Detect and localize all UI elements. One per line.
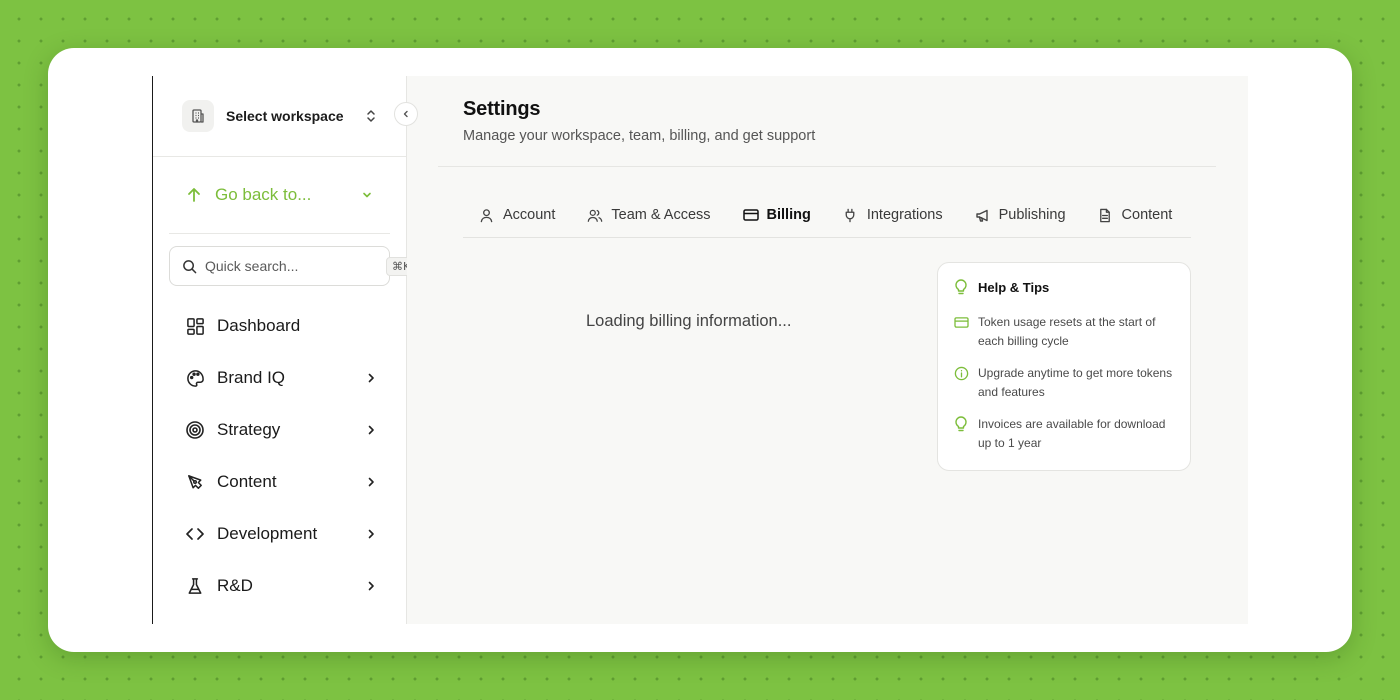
- collapse-sidebar-button[interactable]: [394, 102, 418, 126]
- megaphone-icon: [975, 207, 991, 223]
- tips-header: Help & Tips: [954, 279, 1174, 295]
- tip-item: Token usage resets at the start of each …: [954, 313, 1174, 351]
- sidebar-item-label: Content: [217, 472, 277, 491]
- page-title: Settings: [463, 98, 541, 120]
- sidebar-item-dashboard[interactable]: Dashboard: [153, 300, 406, 352]
- sidebar-item-label: Dashboard: [217, 316, 301, 335]
- chevron-right-icon: [364, 423, 378, 437]
- go-back-label: Go back to...: [215, 185, 312, 204]
- chevron-down-icon: [360, 188, 374, 202]
- lightbulb-icon: [954, 416, 970, 432]
- go-back-button[interactable]: Go back to...: [169, 157, 390, 234]
- user-icon: [479, 207, 495, 223]
- tab-content[interactable]: Content: [1082, 192, 1189, 237]
- sidebar-item-development[interactable]: Development: [153, 508, 406, 560]
- tip-item: Invoices are available for download up t…: [954, 415, 1174, 453]
- tab-billing[interactable]: Billing: [727, 192, 827, 237]
- target-icon: [185, 420, 205, 440]
- workspace-label: Select workspace: [226, 108, 344, 124]
- header-divider: [438, 166, 1216, 167]
- chevron-right-icon: [364, 579, 378, 593]
- settings-main: Settings Manage your workspace, team, bi…: [407, 76, 1248, 624]
- flask-icon: [185, 576, 205, 596]
- help-tips-panel: Help & Tips Token usage resets at the st…: [937, 262, 1191, 471]
- credit-card-icon: [742, 207, 759, 223]
- sidebar-item-brand-iq[interactable]: Brand IQ: [153, 352, 406, 404]
- sidebar-item-label: Strategy: [217, 420, 281, 439]
- sidebar: Select workspace Go back to... Quick sea…: [152, 76, 418, 624]
- credit-card-icon: [954, 314, 970, 330]
- chevron-right-icon: [364, 371, 378, 385]
- tab-label: Team & Access: [611, 207, 711, 223]
- chevron-left-icon: [403, 110, 408, 118]
- info-icon: [954, 365, 970, 381]
- dashboard-icon: [185, 316, 205, 336]
- palette-icon: [185, 368, 205, 388]
- chevrons-up-down-icon: [364, 108, 378, 124]
- arrow-up-icon: [185, 186, 203, 204]
- page-header: Settings Manage your workspace, team, bi…: [463, 98, 815, 144]
- tips-title: Help & Tips: [978, 279, 1050, 295]
- sidebar-item-label: Brand IQ: [217, 368, 286, 387]
- sidebar-item-label: Development: [217, 524, 318, 543]
- users-icon: [587, 207, 603, 223]
- tab-label: Content: [1121, 207, 1173, 223]
- tip-text: Upgrade anytime to get more tokens and f…: [978, 366, 1173, 399]
- sidebar-item-rnd[interactable]: R&D: [153, 560, 406, 612]
- sidebar-item-content[interactable]: Content: [153, 456, 406, 508]
- chevron-right-icon: [364, 527, 378, 541]
- tab-label: Account: [503, 207, 556, 223]
- plug-icon: [843, 207, 859, 223]
- pen-tool-icon: [185, 472, 205, 492]
- building-icon: [182, 100, 214, 132]
- tab-label: Integrations: [866, 207, 943, 223]
- search-icon: [182, 258, 197, 274]
- workspace-selector[interactable]: Select workspace: [153, 76, 418, 157]
- tip-text: Invoices are available for download up t…: [978, 417, 1166, 450]
- search-input[interactable]: [205, 258, 386, 274]
- sidebar-item-strategy[interactable]: Strategy: [153, 404, 406, 456]
- tip-text: Token usage resets at the start of each …: [978, 315, 1156, 348]
- tab-integrations[interactable]: Integrations: [827, 192, 959, 237]
- tab-account[interactable]: Account: [463, 192, 571, 237]
- tip-item: Upgrade anytime to get more tokens and f…: [954, 364, 1174, 402]
- settings-tabs: Account Team & Access Billing Integratio…: [463, 192, 1191, 238]
- sidebar-nav: Dashboard Brand IQ Strategy Content Deve…: [153, 300, 406, 612]
- lightbulb-icon: [954, 279, 970, 295]
- tab-team-access[interactable]: Team & Access: [571, 192, 726, 237]
- page-subtitle: Manage your workspace, team, billing, an…: [463, 128, 816, 144]
- quick-search[interactable]: ⌘K: [169, 246, 417, 286]
- file-icon: [1098, 207, 1114, 223]
- app-frame: Select workspace Go back to... Quick sea…: [48, 48, 1352, 652]
- tab-label: Billing: [766, 207, 811, 223]
- app-window: Select workspace Go back to... Quick sea…: [152, 76, 1248, 624]
- sidebar-item-label: R&D: [217, 576, 253, 595]
- chevron-right-icon: [364, 475, 378, 489]
- tab-publishing[interactable]: Publishing: [959, 192, 1082, 237]
- code-icon: [185, 524, 205, 544]
- loading-message: Loading billing information...: [586, 312, 792, 330]
- tab-label: Publishing: [998, 207, 1066, 223]
